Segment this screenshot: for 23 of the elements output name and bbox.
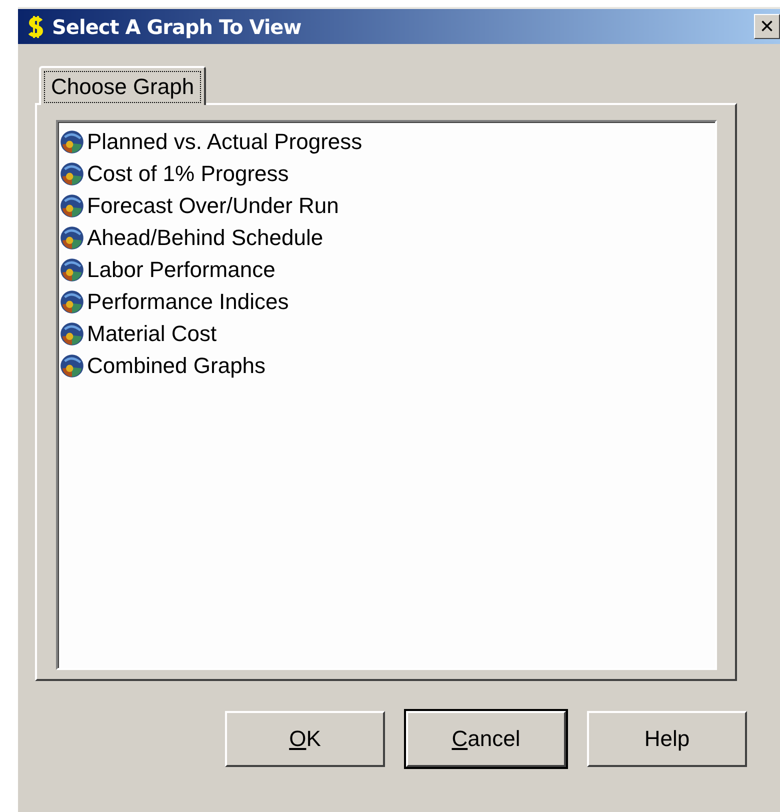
graph-list-item[interactable]: Planned vs. Actual Progress (60, 126, 713, 158)
dialog-button[interactable]: Help (587, 711, 747, 767)
dollar-icon (26, 14, 46, 40)
globe-icon (60, 322, 84, 346)
close-button[interactable]: × (754, 14, 780, 39)
graph-list-item[interactable]: Material Cost (60, 318, 713, 350)
graph-list-item[interactable]: Labor Performance (60, 254, 713, 286)
globe-icon (60, 194, 84, 218)
dialog-button[interactable]: OK (225, 711, 385, 767)
graph-list-item[interactable]: Cost of 1% Progress (60, 158, 713, 190)
graph-list-item[interactable]: Combined Graphs (60, 350, 713, 382)
graph-list-item[interactable]: Ahead/Behind Schedule (60, 222, 713, 254)
tab[interactable]: Choose Graph (39, 66, 206, 105)
globe-icon (60, 130, 84, 154)
dialog-button[interactable]: Cancel (406, 711, 566, 767)
globe-icon (60, 354, 84, 378)
globe-icon (60, 226, 84, 250)
graph-list-item[interactable]: Performance Indices (60, 286, 713, 318)
graph-list-item[interactable]: Forecast Over/Under Run (60, 190, 713, 222)
globe-icon (60, 162, 84, 186)
window-title: Select A Graph To View (52, 14, 302, 38)
globe-icon (60, 258, 84, 282)
globe-icon (60, 290, 84, 314)
